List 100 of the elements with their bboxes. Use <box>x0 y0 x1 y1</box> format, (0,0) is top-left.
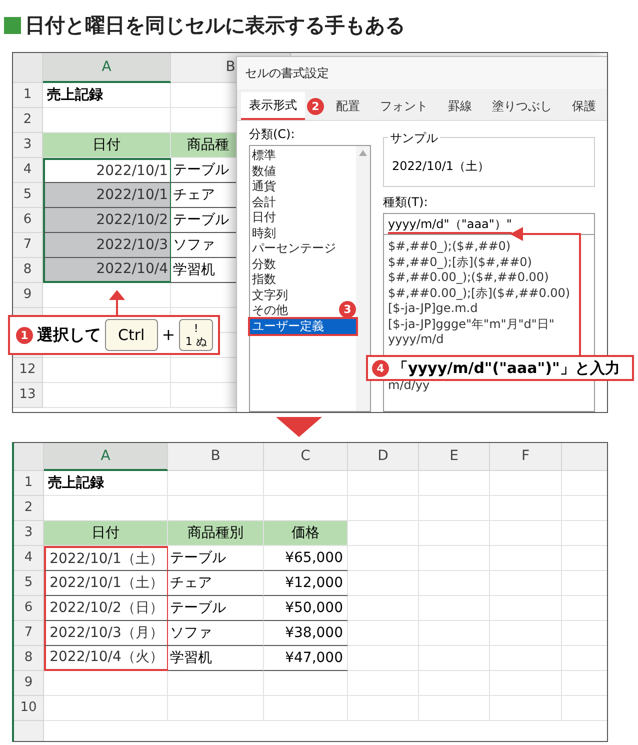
row-header[interactable]: 6 <box>14 596 44 621</box>
sheet-cell <box>490 496 562 521</box>
row-header[interactable]: 3 <box>13 133 43 158</box>
select-all-corner[interactable] <box>14 443 44 471</box>
row-header[interactable]: 5 <box>14 571 44 596</box>
sheet-cell <box>419 646 490 671</box>
column-title: 価格 <box>264 521 348 546</box>
price-cell: ¥47,000 <box>264 646 348 671</box>
category-item[interactable]: その他 <box>250 303 290 318</box>
row-header[interactable]: 2 <box>14 496 44 521</box>
category-item[interactable]: 文字列 <box>250 288 290 303</box>
row-header[interactable]: 3 <box>14 521 44 546</box>
dialog-tab[interactable]: 塗りつぶし <box>484 92 560 120</box>
format-code-item[interactable]: $#,##0_);[赤]($#,##0) <box>388 254 590 270</box>
sample-label: サンプル <box>388 129 440 147</box>
row-header[interactable]: 10 <box>14 696 44 721</box>
column-header[interactable]: A <box>44 443 168 471</box>
row-header[interactable]: 2 <box>13 108 43 133</box>
column-header[interactable] <box>562 443 607 471</box>
column-header[interactable]: C <box>264 443 348 471</box>
column-header[interactable]: E <box>419 443 490 471</box>
row-header[interactable]: 8 <box>14 646 44 671</box>
format-code-item[interactable]: $#,##0.00_);($#,##0.00) <box>388 270 590 286</box>
date-cell: 2022/10/1（土） <box>44 571 168 596</box>
scroll-up-icon[interactable] <box>359 150 367 156</box>
column-header[interactable]: B <box>168 443 264 471</box>
row-header[interactable]: 9 <box>13 283 43 308</box>
keyboard-key: Ctrl <box>105 319 158 351</box>
sheet-cell <box>348 696 419 721</box>
row-header[interactable]: 7 <box>13 233 43 258</box>
sheet-cell <box>419 496 490 521</box>
date-cell: 2022/10/1 <box>43 183 171 208</box>
dialog-tab[interactable]: 配置 <box>328 92 368 120</box>
plus-sign: + <box>162 324 176 346</box>
sheet-cell <box>348 471 419 496</box>
row-header[interactable]: 4 <box>13 158 43 183</box>
sheet-cell <box>490 546 562 571</box>
dialog-tab[interactable]: フォント <box>372 92 436 120</box>
dialog-tab[interactable]: 表示形式 <box>241 92 305 120</box>
row-header[interactable]: 1 <box>14 471 44 496</box>
dialog-tab[interactable]: 罫線 <box>440 92 480 120</box>
column-header[interactable]: F <box>490 443 562 471</box>
sheet-cell <box>419 671 490 696</box>
sheet-cell <box>348 596 419 621</box>
step-number-badge: 1 <box>16 326 33 344</box>
category-item[interactable]: 日付 <box>250 210 278 226</box>
date-cell: 2022/10/2 <box>43 208 171 233</box>
column-title: 日付 <box>44 521 168 546</box>
heading: 日付と曜日を同じセルに表示する手もある <box>25 12 405 39</box>
dialog-tab[interactable]: 保護 <box>564 92 604 120</box>
sample-value: 2022/10/1（土） <box>391 158 490 175</box>
format-code-item[interactable]: yyyy/m/d <box>388 332 590 348</box>
format-code-item[interactable]: [$-ja-JP]ggge"年"m"月"d"日" <box>388 316 590 332</box>
category-item[interactable]: 会計 <box>250 194 278 210</box>
column-header[interactable]: D <box>348 443 419 471</box>
sheet-cell <box>348 646 419 671</box>
heading-marker <box>4 16 21 34</box>
format-code-item[interactable]: $#,##0.00_);[赤]($#,##0.00) <box>388 286 590 301</box>
row-header[interactable]: 6 <box>13 208 43 233</box>
sheet-cell <box>490 696 562 721</box>
column-header[interactable]: A <box>43 53 171 83</box>
date-cell: 2022/10/3 <box>43 233 171 258</box>
step-number-badge: 2 <box>307 98 324 114</box>
item-cell: ソファ <box>168 621 264 646</box>
sheet-cell <box>490 521 562 546</box>
category-item[interactable]: 数値 <box>250 164 278 179</box>
sheet-cell <box>419 696 490 721</box>
scrollbar[interactable] <box>356 146 370 411</box>
item-cell: チェア <box>168 571 264 596</box>
price-cell: ¥12,000 <box>264 571 348 596</box>
sheet-cell <box>348 671 419 696</box>
select-all-corner[interactable] <box>13 53 43 83</box>
format-code-item[interactable]: [$-ja-JP]ge.m.d <box>388 301 590 316</box>
category-list[interactable]: 標準 数値 通貨 会計 日付 時刻 パーセンテージ 分数 指数 文字列 その他 ユーザー定義 3 <box>249 145 371 412</box>
row-header[interactable]: 1 <box>13 83 43 108</box>
row-header[interactable] <box>14 721 44 741</box>
sheet-cell <box>419 596 490 621</box>
format-code-item[interactable]: m/d/yy <box>388 378 590 393</box>
row-header[interactable]: 8 <box>13 258 43 283</box>
format-code-item[interactable]: $#,##0_);($#,##0) <box>388 239 590 254</box>
sheet-cell <box>348 546 419 571</box>
date-cell: 2022/10/3（月） <box>44 621 168 646</box>
sheet-cell <box>419 571 490 596</box>
sheet-cell <box>490 596 562 621</box>
sheet-cell <box>419 471 490 496</box>
callout-text: 選択して <box>37 324 101 346</box>
column-title: 商品種別 <box>168 521 264 546</box>
sheet-cell <box>348 621 419 646</box>
row-header[interactable]: 5 <box>13 183 43 208</box>
row-header[interactable]: 13 <box>13 383 43 408</box>
item-cell: 学習机 <box>168 646 264 671</box>
sheet-cell <box>490 621 562 646</box>
row-header[interactable]: 7 <box>14 621 44 646</box>
item-cell: テーブル <box>168 546 264 571</box>
keyboard-key: ! 1 ぬ <box>179 319 214 351</box>
category-item[interactable]: ユーザー定義 <box>250 318 356 334</box>
row-header[interactable]: 12 <box>13 358 43 383</box>
category-item[interactable]: 分数 <box>250 256 278 272</box>
row-header[interactable]: 4 <box>14 546 44 571</box>
row-header[interactable]: 9 <box>14 671 44 696</box>
